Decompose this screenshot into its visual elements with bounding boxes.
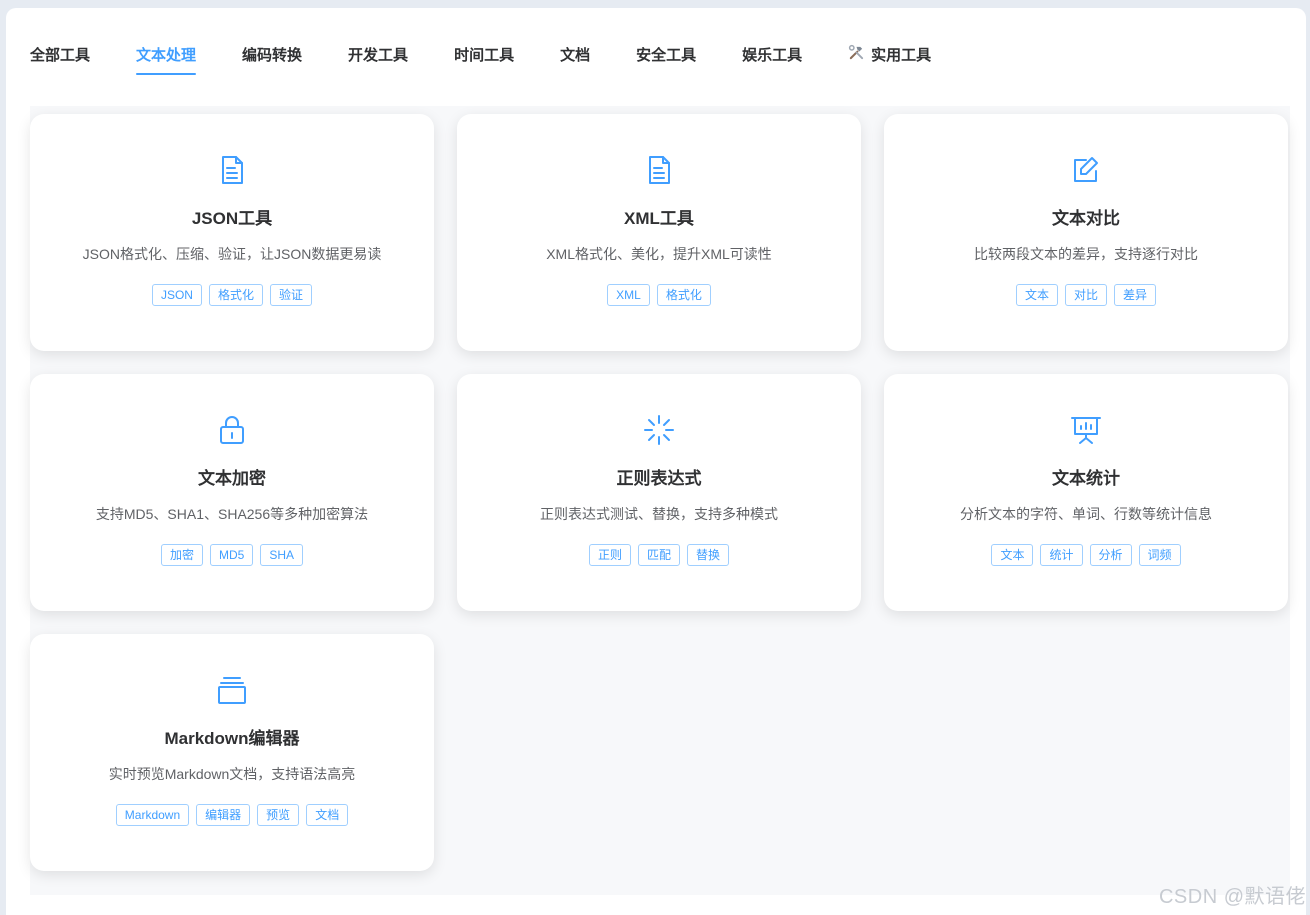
tag: 格式化 bbox=[208, 284, 263, 306]
tab-7[interactable]: 安全工具 bbox=[636, 38, 696, 84]
tool-card-tags: 加密 MD5 SHA bbox=[160, 544, 304, 566]
tool-card[interactable]: 文本对比 比较两段文本的差异，支持逐行对比 文本 对比 差异 bbox=[884, 114, 1288, 351]
spark-icon bbox=[641, 412, 677, 448]
tool-card[interactable]: XML工具 XML格式化、美化，提升XML可读性 XML 格式化 bbox=[457, 114, 861, 351]
tag: 对比 bbox=[1064, 284, 1107, 306]
tool-grid-area: JSON工具 JSON格式化、压缩、验证，让JSON数据更易读 JSON 格式化 验证 X… bbox=[30, 106, 1290, 895]
document-icon bbox=[214, 152, 250, 188]
tab-9[interactable]: 实用工具 bbox=[848, 38, 931, 84]
tool-card-description: 正则表达式测试、替换，支持多种模式 bbox=[540, 506, 778, 522]
tool-card[interactable]: JSON工具 JSON格式化、压缩、验证，让JSON数据更易读 JSON 格式化 验证 bbox=[30, 114, 434, 351]
tag: 正则 bbox=[588, 544, 631, 566]
tag: 差异 bbox=[1114, 284, 1157, 306]
tag: 预览 bbox=[257, 804, 300, 826]
tag: 匹配 bbox=[637, 544, 680, 566]
tab-label: 文档 bbox=[560, 47, 591, 64]
tab-8[interactable]: 娱乐工具 bbox=[742, 38, 802, 84]
tool-card[interactable]: 正则表达式正则表达式测试、替换，支持多种模式正则 匹配 替换 bbox=[457, 374, 861, 611]
tab-label: 开发工具 bbox=[348, 47, 409, 64]
lock-icon bbox=[214, 412, 250, 448]
tool-card-description: JSON格式化、压缩、验证，让JSON数据更易读 bbox=[82, 246, 382, 262]
tool-card[interactable]: 文本加密支持MD5、SHA1、SHA256等多种加密算法加密 MD5 SHA bbox=[30, 374, 434, 611]
tool-card-tags: Markdown 编辑器 预览 文档 bbox=[115, 804, 349, 826]
tool-card-title: Markdown编辑器 bbox=[164, 729, 300, 748]
tag: 文档 bbox=[306, 804, 349, 826]
tab-label: 全部工具 bbox=[30, 47, 91, 64]
tool-card-description: 分析文本的字符、单词、行数等统计信息 bbox=[960, 506, 1212, 522]
tag: MD5 bbox=[209, 544, 254, 566]
tag: 加密 bbox=[160, 544, 203, 566]
tool-card-tags: 正则 匹配 替换 bbox=[588, 544, 730, 566]
tag: 文本 bbox=[991, 544, 1034, 566]
category-tabs: 全部工具 文本处理 编码转换 开发工具 时间工具 文档 安全工具 娱乐工具 实用工具 bbox=[30, 38, 977, 84]
document-icon bbox=[641, 152, 677, 188]
tag: 验证 bbox=[270, 284, 313, 306]
tag: Markdown bbox=[115, 804, 190, 826]
tag: SHA bbox=[260, 544, 304, 566]
tool-card-title: XML工具 bbox=[624, 209, 694, 228]
tag: 统计 bbox=[1040, 544, 1083, 566]
tab-label: 编码转换 bbox=[242, 47, 303, 64]
tool-card-tags: XML 格式化 bbox=[607, 284, 711, 306]
watermark: CSDN @默语佬 bbox=[1158, 886, 1306, 908]
main-panel: 全部工具 文本处理 编码转换 开发工具 时间工具 文档 安全工具 娱乐工具 实用工具 JSON工… bbox=[6, 8, 1306, 915]
tool-card[interactable]: Markdown编辑器 实时预览Markdown文档，支持语法高亮 Markdown… bbox=[30, 634, 434, 871]
tab-label: 文本处理 bbox=[136, 47, 197, 64]
tool-card[interactable]: 文本统计 分析文本的字符、单词、行数等统计信息 文本 统计 分析 词频 bbox=[884, 374, 1288, 611]
tool-card-description: 支持MD5、SHA1、SHA256等多种加密算法 bbox=[95, 506, 369, 522]
tool-card-title: 文本对比 bbox=[1052, 209, 1120, 228]
tool-card-title: 文本加密 bbox=[198, 469, 266, 488]
tag: XML bbox=[607, 284, 650, 306]
tool-grid: JSON工具 JSON格式化、压缩、验证，让JSON数据更易读 JSON 格式化 验证 X… bbox=[30, 114, 1288, 871]
tab-label: 时间工具 bbox=[454, 47, 515, 64]
tab-6[interactable]: 文档 bbox=[560, 38, 590, 84]
tab-3[interactable]: 编码转换 bbox=[242, 38, 302, 84]
hammer-wrench-icon bbox=[848, 44, 865, 61]
tag: JSON bbox=[151, 284, 202, 306]
edit-icon bbox=[1068, 152, 1104, 188]
tool-card-tags: 文本 统计 分析 词频 bbox=[991, 544, 1181, 566]
tab-1[interactable]: 全部工具 bbox=[30, 38, 90, 84]
tag: 文本 bbox=[1015, 284, 1058, 306]
tool-card-tags: 文本 对比 差异 bbox=[1015, 284, 1157, 306]
tab-label: 安全工具 bbox=[636, 47, 697, 64]
tool-card-title: 正则表达式 bbox=[616, 469, 702, 488]
tool-card-description: 比较两段文本的差异，支持逐行对比 bbox=[974, 246, 1198, 262]
tool-card-title: JSON工具 bbox=[191, 209, 273, 228]
tag: 格式化 bbox=[656, 284, 711, 306]
tag: 编辑器 bbox=[196, 804, 251, 826]
tag: 分析 bbox=[1089, 544, 1132, 566]
tag: 词频 bbox=[1138, 544, 1181, 566]
tag: 替换 bbox=[687, 544, 730, 566]
tab-2[interactable]: 文本处理 bbox=[136, 38, 197, 84]
files-icon bbox=[214, 672, 250, 708]
tab-5[interactable]: 时间工具 bbox=[454, 38, 514, 84]
tab-label: 实用工具 bbox=[871, 47, 932, 64]
tool-card-title: 文本统计 bbox=[1052, 469, 1120, 488]
tool-card-description: 实时预览Markdown文档，支持语法高亮 bbox=[108, 766, 356, 782]
tab-4[interactable]: 开发工具 bbox=[348, 38, 408, 84]
tool-card-tags: JSON 格式化 验证 bbox=[151, 284, 313, 306]
presentation-icon bbox=[1068, 412, 1104, 448]
tab-label: 娱乐工具 bbox=[742, 47, 803, 64]
tool-card-description: XML格式化、美化，提升XML可读性 bbox=[546, 246, 772, 262]
